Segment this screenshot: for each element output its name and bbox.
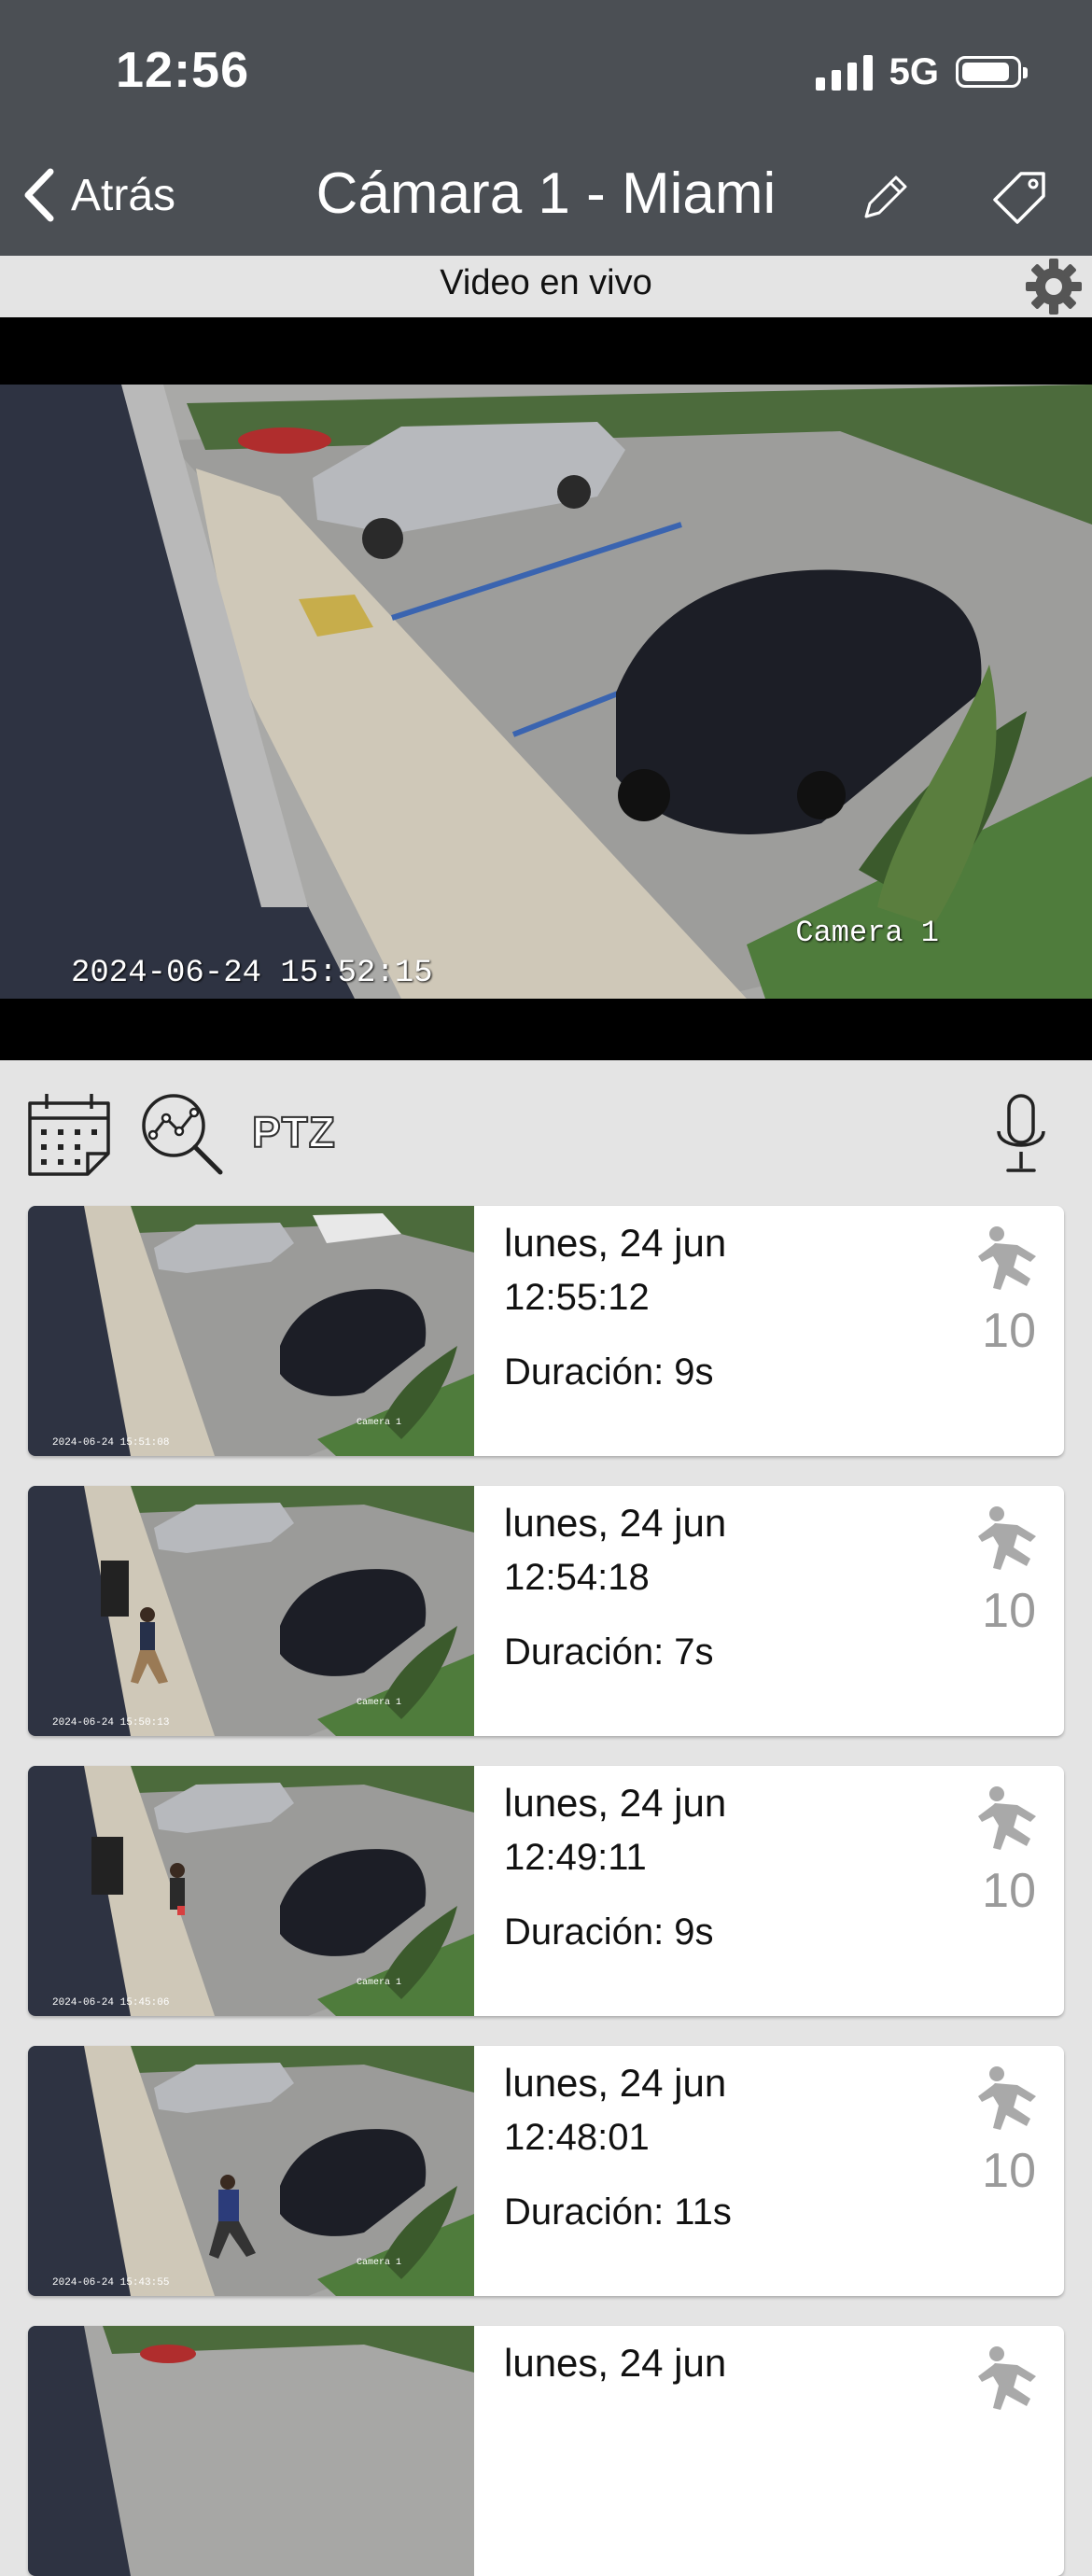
thumbnail-timestamp: 2024-06-24 15:43:55 xyxy=(52,2277,170,2289)
running-person-icon xyxy=(978,1786,1036,1850)
nav-bar: Atrás Cámara 1 - Miami xyxy=(0,140,1092,256)
event-date: lunes, 24 jun xyxy=(504,2341,727,2385)
event-card[interactable]: 2024-06-24 15:50:13 Camera 1 lunes, 24 j… xyxy=(28,1486,1064,1736)
tag-icon[interactable] xyxy=(991,168,1049,226)
status-bar: 12:56 5G xyxy=(0,0,1092,140)
event-duration: Duración: 9s xyxy=(504,1351,714,1393)
thumbnail-camera-label: Camera 1 xyxy=(356,2258,401,2268)
battery-icon xyxy=(956,56,1028,88)
pencil-icon[interactable] xyxy=(857,168,915,226)
event-thumbnail: 2024-06-24 15:43:55 Camera 1 xyxy=(28,2046,474,2296)
event-date: lunes, 24 jun xyxy=(504,1501,727,1545)
event-card[interactable]: lunes, 24 jun xyxy=(28,2326,1064,2576)
network-type: 5G xyxy=(889,50,939,92)
event-thumbnail: 2024-06-24 15:51:08 Camera 1 xyxy=(28,1206,474,1456)
event-time: 12:54:18 xyxy=(504,1557,650,1598)
event-thumbnail xyxy=(28,2326,474,2576)
live-video-header: Video en vivo xyxy=(0,256,1092,317)
event-thumbnail: 2024-06-24 15:50:13 Camera 1 xyxy=(28,1486,474,1736)
microphone-icon[interactable] xyxy=(993,1092,1049,1176)
thumbnail-timestamp: 2024-06-24 15:45:06 xyxy=(52,1997,170,2009)
running-person-icon xyxy=(978,1506,1036,1570)
thumbnail-camera-label: Camera 1 xyxy=(356,1418,401,1428)
running-person-icon xyxy=(978,1226,1036,1290)
thumbnail-camera-label: Camera 1 xyxy=(356,1698,401,1708)
status-indicators: 5G xyxy=(815,49,1028,95)
toolbar: PTZ xyxy=(0,1060,1092,1198)
event-count: 10 xyxy=(982,2144,1036,2198)
event-thumbnail: 2024-06-24 15:45:06 Camera 1 xyxy=(28,1766,474,2016)
video-camera-label: Camera 1 xyxy=(795,916,939,950)
live-video-player[interactable]: 2024-06-24 15:52:15 Camera 1 xyxy=(0,317,1092,1060)
status-time: 12:56 xyxy=(116,42,250,98)
event-time: 12:55:12 xyxy=(504,1277,650,1318)
event-date: lunes, 24 jun xyxy=(504,1221,727,1265)
event-count: 10 xyxy=(982,1304,1036,1358)
event-count: 10 xyxy=(982,1864,1036,1918)
running-person-icon xyxy=(978,2346,1036,2410)
event-duration: Duración: 9s xyxy=(504,1911,714,1953)
event-count: 10 xyxy=(982,1584,1036,1638)
event-card[interactable]: 2024-06-24 15:51:08 Camera 1 lunes, 24 j… xyxy=(28,1206,1064,1456)
event-date: lunes, 24 jun xyxy=(504,1781,727,1825)
event-time: 12:48:01 xyxy=(504,2117,650,2158)
thumbnail-timestamp: 2024-06-24 15:51:08 xyxy=(52,1437,170,1449)
event-duration: Duración: 7s xyxy=(504,1631,714,1673)
event-card[interactable]: 2024-06-24 15:45:06 Camera 1 lunes, 24 j… xyxy=(28,1766,1064,2016)
thumbnail-camera-label: Camera 1 xyxy=(356,1978,401,1988)
live-video-label: Video en vivo xyxy=(440,263,652,302)
ptz-button[interactable]: PTZ xyxy=(251,1107,336,1157)
calendar-icon[interactable] xyxy=(26,1090,114,1178)
video-timestamp: 2024-06-24 15:52:15 xyxy=(71,956,433,991)
running-person-icon xyxy=(978,2066,1036,2130)
page-title: Cámara 1 - Miami xyxy=(315,161,777,226)
thumbnail-timestamp: 2024-06-24 15:50:13 xyxy=(52,1717,170,1729)
event-date: lunes, 24 jun xyxy=(504,2061,727,2105)
camera-feed: 2024-06-24 15:52:15 Camera 1 xyxy=(0,385,1092,999)
signal-icon xyxy=(815,53,873,91)
magnify-chart-icon[interactable] xyxy=(138,1090,226,1178)
event-duration: Duración: 11s xyxy=(504,2191,732,2233)
event-card[interactable]: 2024-06-24 15:43:55 Camera 1 lunes, 24 j… xyxy=(28,2046,1064,2296)
gear-icon[interactable] xyxy=(1023,256,1085,317)
event-time: 12:49:11 xyxy=(504,1837,647,1878)
